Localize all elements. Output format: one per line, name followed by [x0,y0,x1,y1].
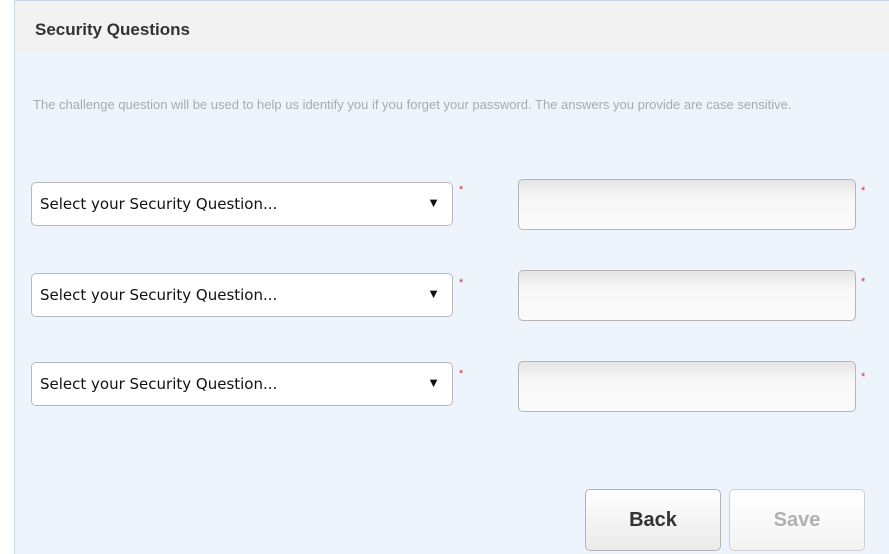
question-row-2: Select your Security Question... ▼ * * [15,270,889,323]
security-answer-input-2[interactable] [518,270,856,321]
security-question-select-2[interactable]: Select your Security Question... ▼ [31,273,453,317]
chevron-down-icon: ▼ [427,195,440,210]
panel-header: Security Questions [15,1,889,53]
security-question-select-1[interactable]: Select your Security Question... ▼ [31,182,453,226]
required-marker: * [459,184,464,196]
chevron-down-icon: ▼ [427,375,440,390]
instructions-text: The challenge question will be used to h… [33,97,792,112]
required-marker: * [861,185,866,197]
select-value: Select your Security Question... [40,375,278,393]
select-value: Select your Security Question... [40,286,278,304]
security-question-select-3[interactable]: Select your Security Question... ▼ [31,362,453,406]
back-button[interactable]: Back [585,489,721,551]
select-value: Select your Security Question... [40,195,278,213]
required-marker: * [459,277,464,289]
question-row-1: Select your Security Question... ▼ * * [15,179,889,232]
required-marker: * [861,276,866,288]
required-marker: * [861,371,866,383]
question-row-3: Select your Security Question... ▼ * * [15,361,889,412]
security-answer-input-3[interactable] [518,361,856,412]
chevron-down-icon: ▼ [427,286,440,301]
security-questions-panel: Security Questions The challenge questio… [14,0,889,554]
panel-title: Security Questions [35,20,190,39]
save-button[interactable]: Save [729,489,865,551]
required-marker: * [459,368,464,380]
security-answer-input-1[interactable] [518,179,856,230]
